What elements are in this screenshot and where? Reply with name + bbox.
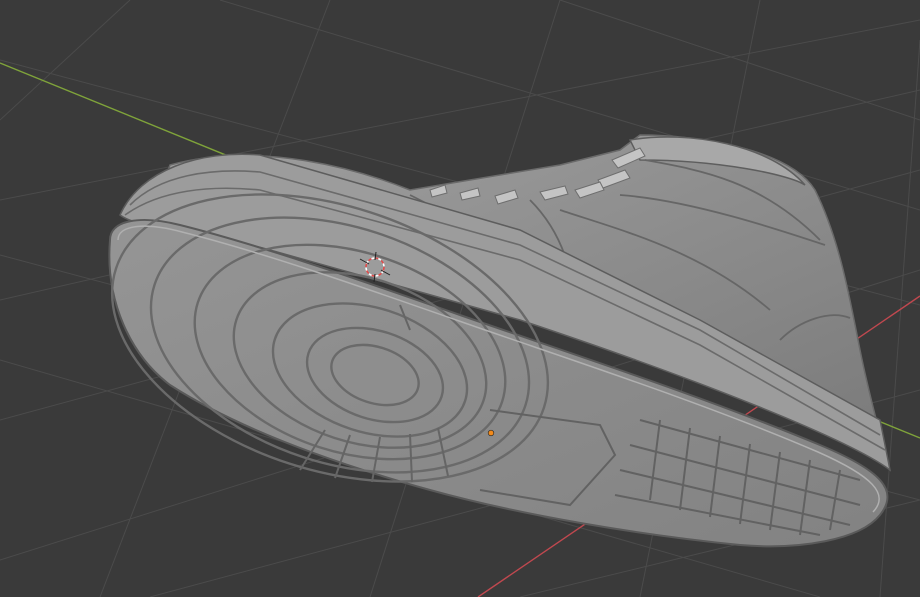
viewport-canvas[interactable] (0, 0, 920, 597)
object-origin-icon (487, 429, 495, 437)
3d-viewport[interactable] (0, 0, 920, 597)
